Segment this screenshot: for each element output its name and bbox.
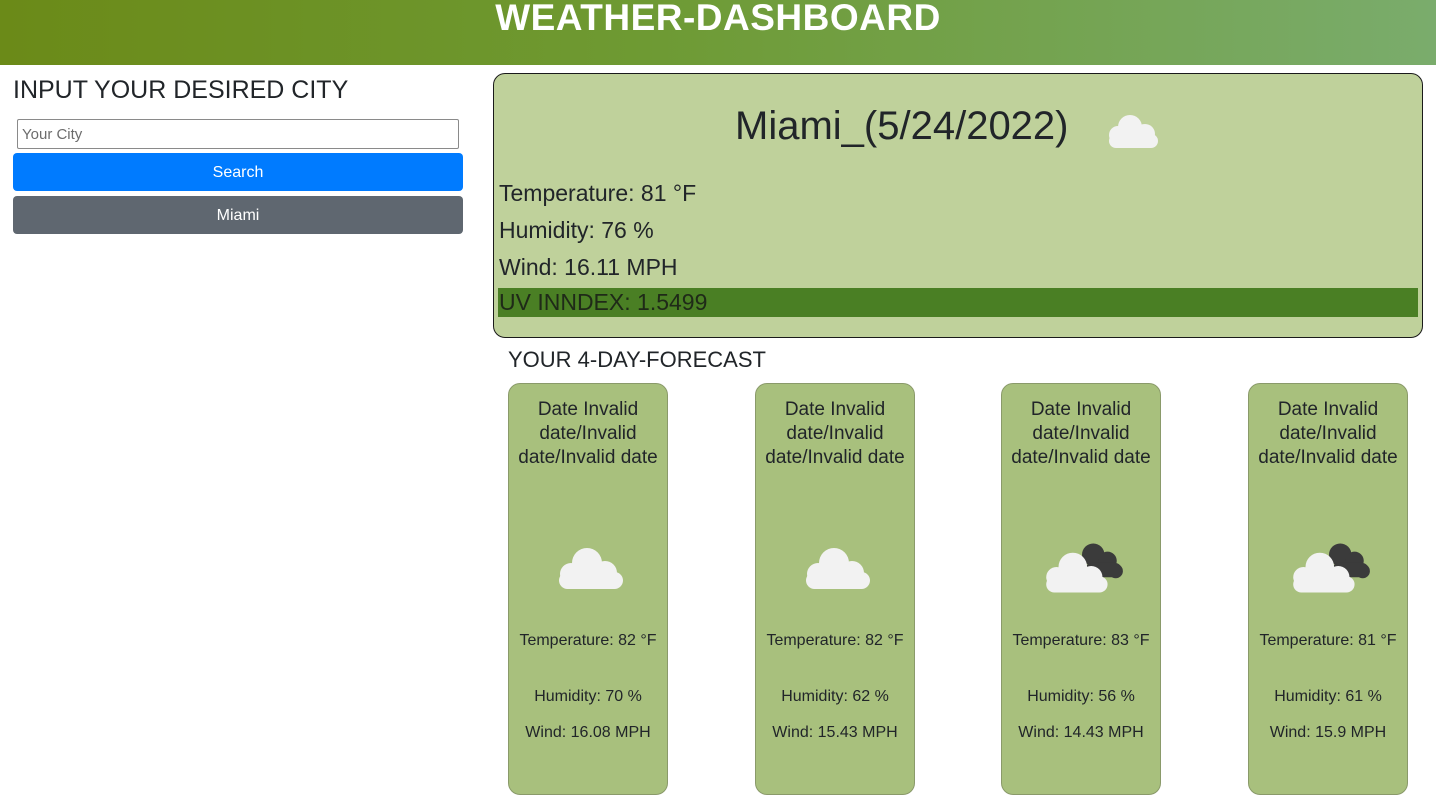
current-weather-card: Miami_(5/24/2022) Temperature: 81 °F Hum… — [493, 73, 1423, 338]
forecast-humidity: Humidity: 70 % — [534, 688, 642, 705]
forecast-temperature: Temperature: 81 °F — [1259, 632, 1397, 649]
forecast-card: Date Invalid date/Invalid date/Invalid d… — [508, 383, 668, 795]
forecast-wind: Wind: 16.08 MPH — [525, 724, 651, 741]
uv-index-bar: UV INNDEX: 1.5499 — [498, 288, 1418, 317]
current-wind: Wind: 16.11 MPH — [499, 254, 678, 280]
forecast-date: Date Invalid date/Invalid date/Invalid d… — [1258, 399, 1398, 468]
forecast-wind: Wind: 15.43 MPH — [772, 724, 898, 741]
broken-clouds-icon — [1293, 543, 1370, 593]
app-header: WEATHER-DASHBOARD — [0, 0, 1436, 65]
forecast-temperature: Temperature: 83 °F — [1012, 632, 1150, 649]
history-city-button[interactable]: Miami — [13, 196, 463, 234]
current-temperature: Temperature: 81 °F — [499, 180, 697, 206]
cloud-icon — [1109, 115, 1158, 148]
forecast-heading: YOUR 4-DAY-FORECAST — [508, 347, 766, 372]
city-search-input[interactable] — [17, 119, 459, 149]
forecast-humidity: Humidity: 56 % — [1027, 688, 1135, 705]
forecast-wind: Wind: 14.43 MPH — [1018, 724, 1144, 741]
broken-clouds-icon — [1046, 543, 1123, 593]
forecast-card: Date Invalid date/Invalid date/Invalid d… — [1248, 383, 1408, 795]
forecast-temperature: Temperature: 82 °F — [519, 632, 657, 649]
forecast-humidity: Humidity: 61 % — [1274, 688, 1382, 705]
uv-index-value: UV INNDEX: 1.5499 — [499, 289, 708, 315]
forecast-card: Date Invalid date/Invalid date/Invalid d… — [1001, 383, 1161, 795]
search-button[interactable]: Search — [13, 153, 463, 191]
current-city-title: Miami_(5/24/2022) — [735, 104, 1069, 148]
cloud-icon — [559, 548, 623, 589]
search-heading: INPUT YOUR DESIRED CITY — [13, 76, 349, 104]
forecast-card: Date Invalid date/Invalid date/Invalid d… — [755, 383, 915, 795]
forecast-humidity: Humidity: 62 % — [781, 688, 889, 705]
forecast-date: Date Invalid date/Invalid date/Invalid d… — [765, 399, 905, 468]
forecast-date: Date Invalid date/Invalid date/Invalid d… — [1011, 399, 1151, 468]
forecast-date: Date Invalid date/Invalid date/Invalid d… — [518, 399, 658, 468]
cloud-icon — [806, 548, 870, 589]
forecast-wind: Wind: 15.9 MPH — [1269, 724, 1387, 741]
city-search-panel: INPUT YOUR DESIRED CITY Search Miami — [13, 74, 463, 234]
app-title: WEATHER-DASHBOARD — [495, 0, 941, 38]
current-humidity: Humidity: 76 % — [499, 217, 654, 243]
forecast-temperature: Temperature: 82 °F — [766, 632, 904, 649]
